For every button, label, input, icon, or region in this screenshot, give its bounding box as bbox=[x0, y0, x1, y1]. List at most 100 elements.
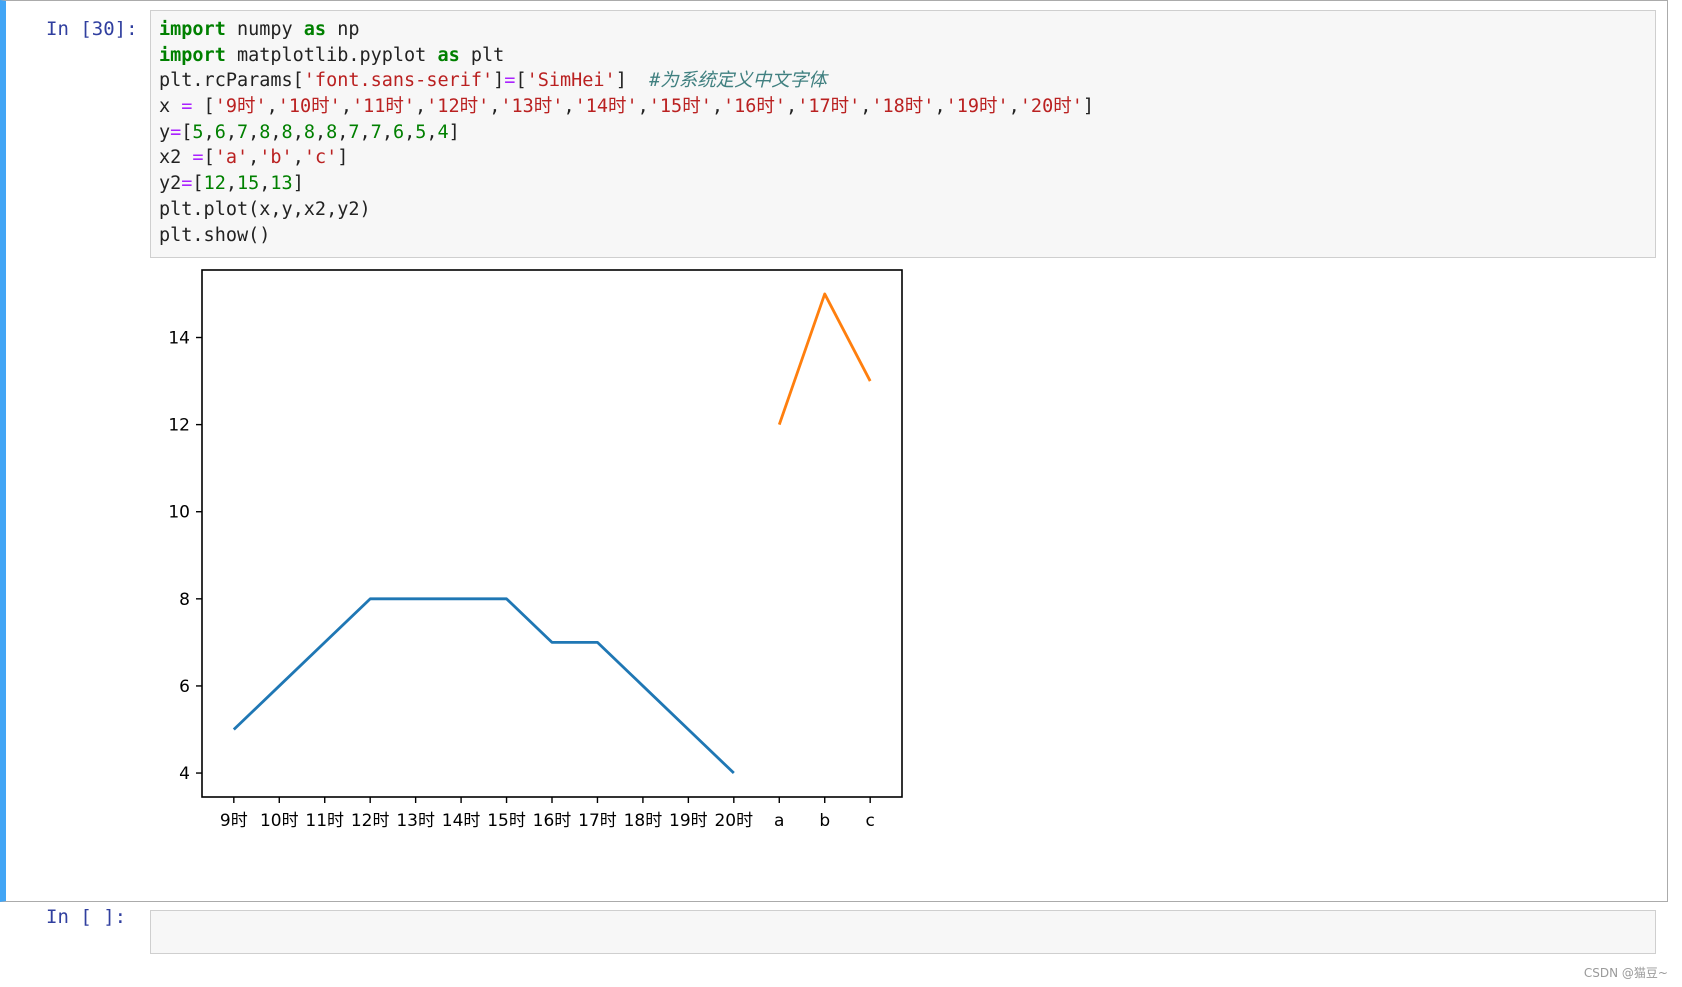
x-tick-label: 19时 bbox=[669, 811, 708, 831]
output-area: 4 6 8 10 12 14 9时 10时 11时 12时 13时 14时 15时 16时 17时 18时 19… bbox=[150, 266, 950, 886]
x-tick-label: 16时 bbox=[533, 811, 572, 831]
code-token: x bbox=[159, 96, 182, 118]
code-token: [ bbox=[515, 70, 527, 92]
x-tick-label: c bbox=[866, 811, 875, 831]
code-token: 'c' bbox=[303, 147, 338, 169]
code-token: matplotlib.pyplot bbox=[225, 44, 438, 66]
code-token: plt.show() bbox=[159, 224, 271, 246]
code-token: 8 bbox=[303, 121, 315, 143]
code-token: 6 bbox=[214, 121, 226, 143]
code-token: ] bbox=[615, 70, 650, 92]
code-token: , bbox=[337, 121, 349, 143]
code-token: = bbox=[181, 96, 193, 118]
code-token: [ bbox=[181, 121, 193, 143]
code-token: , bbox=[381, 121, 393, 143]
code-token: '18时' bbox=[871, 96, 935, 118]
code-token: '17时' bbox=[797, 96, 861, 118]
empty-code-editor[interactable] bbox=[150, 910, 1656, 954]
y-tick-label: 10 bbox=[168, 503, 190, 523]
x-tick-label: 10时 bbox=[260, 811, 299, 831]
code-token: '9时' bbox=[214, 96, 267, 118]
code-token: , bbox=[1008, 96, 1020, 118]
code-token: np bbox=[326, 19, 360, 40]
plot-frame bbox=[201, 269, 903, 798]
code-token: , bbox=[404, 121, 416, 143]
code-token: 7 bbox=[370, 121, 382, 143]
code-token: ] bbox=[292, 173, 304, 195]
input-prompt-empty: In [ ]: bbox=[46, 906, 127, 928]
code-token: numpy bbox=[225, 19, 304, 40]
code-editor[interactable]: import numpy as np import matplotlib.pypl… bbox=[150, 10, 1656, 258]
code-token: [ bbox=[192, 173, 204, 195]
code-token: , bbox=[711, 96, 723, 118]
code-token: = bbox=[504, 70, 516, 92]
code-token: '15时' bbox=[648, 96, 712, 118]
x-tick-label: 18时 bbox=[624, 811, 663, 831]
code-token: '11时' bbox=[351, 96, 416, 118]
code-token: 'b' bbox=[259, 147, 293, 169]
code-line: y2=[12,15,13] bbox=[159, 171, 1647, 197]
code-token: , bbox=[359, 121, 371, 143]
code-token: , bbox=[203, 121, 215, 143]
y-tick-label: 4 bbox=[179, 764, 190, 784]
code-token: '13时' bbox=[500, 96, 564, 118]
code-token: as bbox=[437, 44, 460, 66]
code-token: 'font.sans-serif' bbox=[303, 70, 494, 92]
code-token: ] bbox=[493, 70, 505, 92]
code-token: 8 bbox=[259, 121, 271, 143]
code-token: 12 bbox=[203, 173, 226, 195]
y-tick-label: 14 bbox=[168, 329, 190, 349]
code-token: '12时' bbox=[426, 96, 490, 118]
code-token: , bbox=[314, 121, 327, 143]
x-tick-label: 20时 bbox=[714, 811, 753, 831]
code-token: y bbox=[159, 121, 171, 143]
code-token: import bbox=[159, 19, 226, 40]
code-token: 8 bbox=[281, 121, 293, 143]
code-token: , bbox=[225, 173, 237, 195]
x-tick-label: 15时 bbox=[487, 811, 526, 831]
code-token: , bbox=[786, 96, 798, 118]
code-token: 7 bbox=[348, 121, 360, 143]
line-chart: 4 6 8 10 12 14 9时 10时 11时 12时 13时 14时 15时 16时 17时 18时 19… bbox=[168, 269, 903, 831]
notebook: In [30]: import numpy as np import matplo… bbox=[0, 0, 1682, 987]
code-token: , bbox=[415, 96, 427, 118]
code-token: 'a' bbox=[214, 147, 249, 169]
code-token: , bbox=[860, 96, 872, 118]
code-token: = bbox=[170, 121, 182, 143]
x-tick-label: 14时 bbox=[442, 811, 481, 831]
code-token: '10时' bbox=[277, 96, 341, 118]
code-token: , bbox=[248, 121, 260, 143]
code-token: = bbox=[192, 147, 204, 169]
code-token: '16时' bbox=[722, 96, 787, 118]
input-prompt: In [30]: bbox=[46, 18, 138, 40]
code-line: x2 =['a','b','c'] bbox=[159, 145, 1647, 171]
code-token: 13 bbox=[270, 173, 293, 195]
code-token: ] bbox=[448, 121, 460, 143]
code-token: '14时' bbox=[574, 96, 638, 118]
code-token: , bbox=[270, 121, 282, 143]
code-line: import matplotlib.pyplot as plt bbox=[159, 43, 1647, 69]
x-tick-label: 9时 bbox=[220, 811, 248, 831]
code-token: 8 bbox=[326, 121, 338, 143]
code-token: = bbox=[181, 173, 193, 195]
code-token: [ bbox=[203, 147, 215, 169]
code-token: , bbox=[563, 96, 575, 118]
code-token: plt.rcParams[ bbox=[159, 70, 304, 92]
code-line: plt.rcParams['font.sans-serif']=['SimHei… bbox=[159, 68, 1647, 94]
code-line: plt.show() bbox=[159, 223, 1647, 249]
x-tick-label: 12时 bbox=[351, 811, 390, 831]
code-token: plt.plot(x,y,x2,y2) bbox=[159, 198, 371, 220]
code-token: '20时' bbox=[1019, 96, 1083, 118]
x-tick-label: 17时 bbox=[578, 811, 617, 831]
code-line: x = ['9时','10时','11时','12时','13时','14时',… bbox=[159, 94, 1647, 120]
code-token: as bbox=[303, 19, 327, 40]
code-token: ] bbox=[1082, 96, 1094, 118]
code-token: y2 bbox=[159, 173, 182, 195]
x-tick-label: a bbox=[774, 811, 784, 831]
code-token: [ bbox=[192, 96, 215, 118]
x-tick-label: 13时 bbox=[396, 811, 435, 831]
y-tick-label: 8 bbox=[179, 590, 190, 610]
code-token: , bbox=[248, 147, 260, 169]
code-token: plt bbox=[459, 44, 505, 66]
code-token: 7 bbox=[236, 121, 249, 143]
